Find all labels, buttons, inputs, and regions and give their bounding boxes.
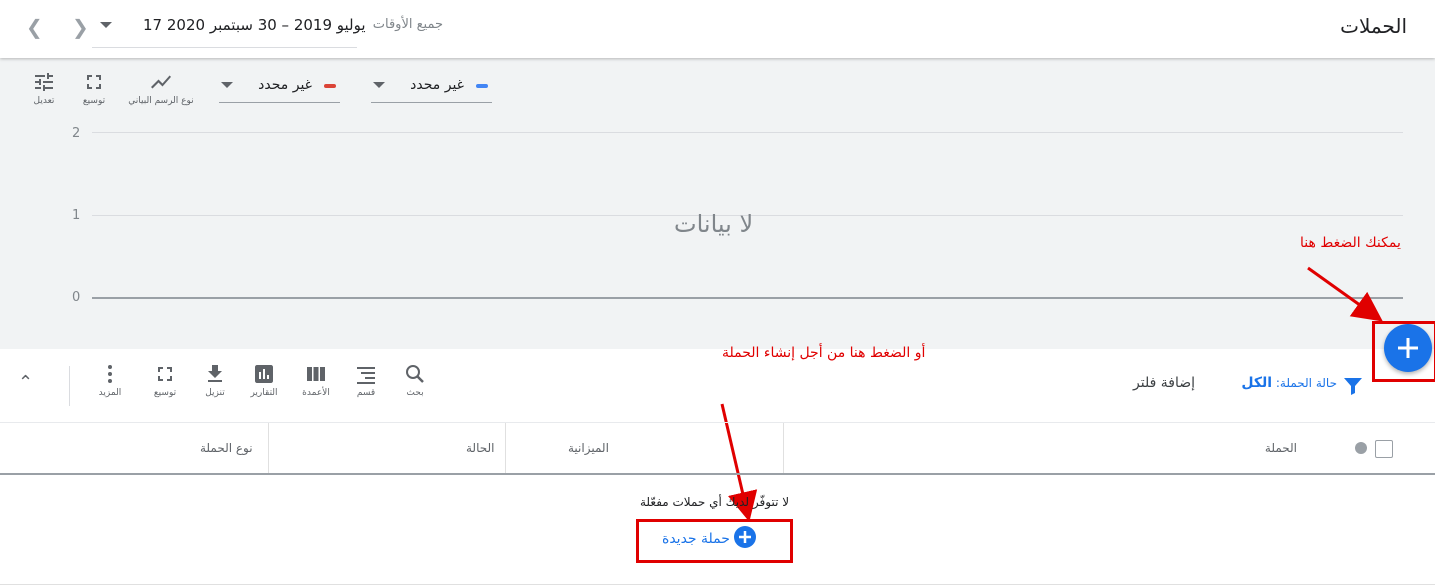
columns-label: الأعمدة — [302, 388, 330, 398]
more-vert-icon — [85, 362, 135, 388]
add-filter-button[interactable]: إضافة فلتر — [1133, 375, 1195, 391]
download-tool[interactable]: تنزيل — [190, 362, 240, 398]
table-bottom-border — [0, 584, 1435, 585]
more-label: المزيد — [98, 388, 122, 398]
segment-label: قسم — [356, 388, 376, 398]
column-divider — [783, 423, 784, 473]
page-header: ❮ ❯ 17 يوليو 2019 – 30 سبتمبر 2020 جميع … — [0, 0, 1435, 58]
download-icon — [190, 362, 240, 388]
page-title: الحملات — [1340, 14, 1407, 38]
column-header-campaign[interactable]: الحملة — [1265, 423, 1297, 473]
reports-label: التقارير — [250, 388, 278, 398]
chevron-right-icon[interactable]: ❯ — [72, 15, 89, 39]
segment-icon — [341, 362, 391, 388]
toolbar-divider — [69, 366, 70, 406]
column-divider — [505, 423, 506, 473]
date-range-value[interactable]: 17 يوليو 2019 – 30 سبتمبر 2020 — [143, 16, 366, 34]
campaign-status-filter[interactable]: حالة الحملة: الكل — [1241, 375, 1337, 391]
column-divider — [268, 423, 269, 473]
columns-icon — [291, 362, 341, 388]
filter-status-value: الكل — [1241, 375, 1273, 391]
column-header-campaign-type[interactable]: نوع الحملة — [200, 423, 253, 473]
table-expand-label: توسيع — [153, 388, 177, 398]
select-all-checkbox[interactable] — [1375, 440, 1393, 458]
bar-chart-icon — [239, 362, 289, 388]
annotation-or-click-here: أو الضغط هنا من أجل إنشاء الحملة — [722, 345, 926, 361]
column-header-budget[interactable]: الميزانية — [568, 423, 609, 473]
table-expand-tool[interactable]: توسيع — [140, 362, 190, 398]
fullscreen-icon — [140, 362, 190, 388]
segment-tool[interactable]: قسم — [341, 362, 391, 398]
chevron-left-icon[interactable]: ❮ — [26, 15, 43, 39]
more-tool[interactable]: المزيد — [85, 362, 135, 398]
reports-tool[interactable]: التقارير — [239, 362, 289, 398]
filter-icon[interactable] — [1341, 374, 1365, 402]
annotation-click-here: يمكنك الضغط هنا — [1300, 235, 1401, 251]
collapse-chevron-icon[interactable]: ⌃ — [18, 372, 33, 393]
search-tool[interactable]: بحث — [390, 362, 440, 398]
search-icon — [390, 362, 440, 388]
empty-table-message: لا تتوفّر لديك أي حملات مفعّلة — [640, 495, 790, 509]
status-dot-icon — [1355, 442, 1367, 454]
date-range-dropdown-icon[interactable] — [100, 22, 112, 28]
table-header: الحملة الميزانية الحالة نوع الحملة — [0, 422, 1435, 475]
search-label: بحث — [406, 388, 424, 398]
column-header-status[interactable]: الحالة — [466, 423, 494, 473]
columns-tool[interactable]: الأعمدة — [291, 362, 341, 398]
filter-status-label: حالة الحملة: — [1275, 376, 1337, 390]
all-times-label: جميع الأوقات — [372, 17, 443, 32]
annotation-box-new-campaign — [636, 519, 793, 563]
arrow-to-fab — [1307, 266, 1383, 322]
download-label: تنزيل — [205, 388, 225, 398]
date-range-underline — [92, 47, 357, 48]
